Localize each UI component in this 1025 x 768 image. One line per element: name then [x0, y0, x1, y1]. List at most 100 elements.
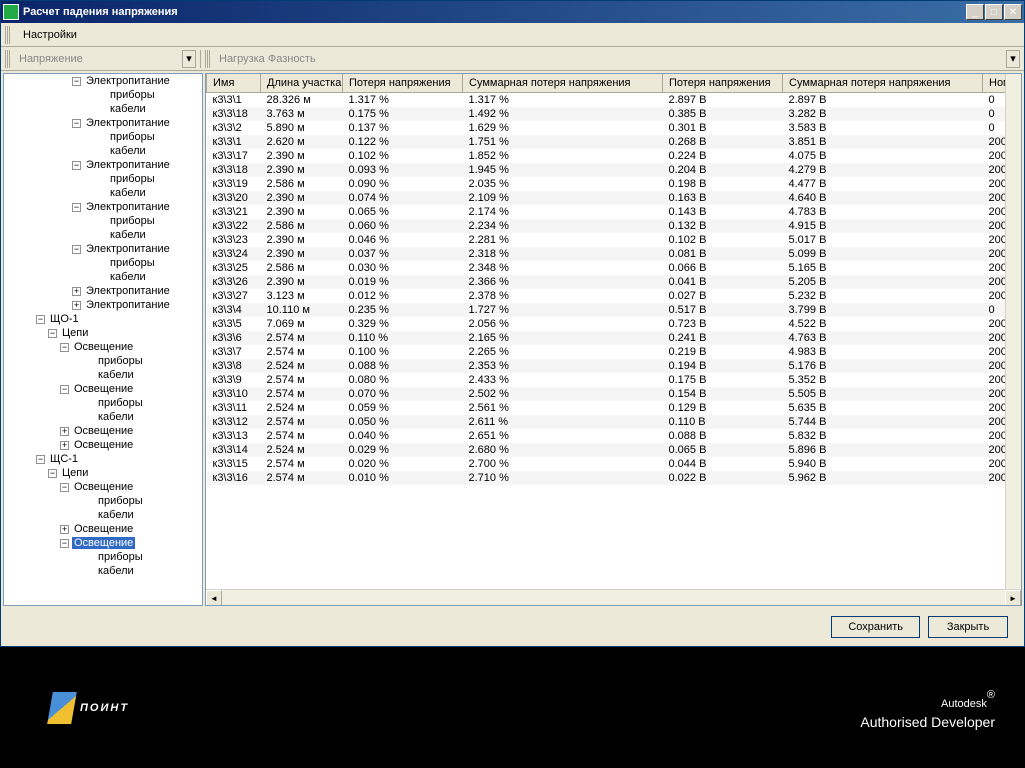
tree-panel[interactable]: −Электропитаниеприборыкабели−Электропита… [3, 73, 203, 606]
tree-item[interactable]: приборы [4, 130, 202, 144]
tree-label[interactable]: приборы [96, 355, 145, 367]
tree-item[interactable]: приборы [4, 172, 202, 186]
table-row[interactable]: к3\3\25.890 м0.137 %1.629 %0.301 В3.583 … [207, 121, 1006, 135]
tree-label[interactable]: кабели [96, 565, 136, 577]
expand-icon[interactable]: + [60, 441, 69, 450]
tree-label[interactable]: приборы [96, 397, 145, 409]
table-row[interactable]: к3\3\232.390 м0.046 %2.281 %0.102 В5.017… [207, 233, 1006, 247]
collapse-icon[interactable]: − [72, 203, 81, 212]
tree-label[interactable]: ЩС-1 [48, 453, 80, 465]
collapse-icon[interactable]: − [60, 539, 69, 548]
tree-item[interactable]: приборы [4, 550, 202, 564]
tree-item[interactable]: кабели [4, 228, 202, 242]
tree-label[interactable]: Освещение [72, 383, 135, 395]
tree-item[interactable]: −Электропитание [4, 200, 202, 214]
tree-label[interactable]: Освещение [72, 439, 135, 451]
tree-label[interactable]: Освещение [72, 341, 135, 353]
horizontal-scrollbar[interactable]: ◄ ► [206, 589, 1021, 605]
tree-item[interactable]: −Цепи [4, 326, 202, 340]
tree-item[interactable]: −Электропитание [4, 158, 202, 172]
table-row[interactable]: к3\3\202.390 м0.074 %2.109 %0.163 В4.640… [207, 191, 1006, 205]
tree-label[interactable]: Цепи [60, 467, 90, 479]
minimize-button[interactable]: _ [966, 4, 984, 20]
tree-label[interactable]: Освещение [72, 481, 135, 493]
tree-item[interactable]: +Освещение [4, 522, 202, 536]
tree-label[interactable]: Электропитание [84, 117, 172, 129]
close-window-button[interactable]: ✕ [1004, 4, 1022, 20]
tree-item[interactable]: кабели [4, 270, 202, 284]
tree-label[interactable]: кабели [108, 187, 148, 199]
table-row[interactable]: к3\3\128.326 м1.317 %1.317 %2.897 В2.897… [207, 93, 1006, 107]
vertical-scrollbar[interactable] [1005, 74, 1021, 589]
tree-label[interactable]: ЩО-1 [48, 313, 81, 325]
tree-label[interactable]: Электропитание [84, 299, 172, 311]
table-row[interactable]: к3\3\172.390 м0.102 %1.852 %0.224 В4.075… [207, 149, 1006, 163]
maximize-button[interactable]: □ [985, 4, 1003, 20]
tree-label[interactable]: приборы [108, 131, 157, 143]
collapse-icon[interactable]: − [72, 245, 81, 254]
tree-item[interactable]: приборы [4, 396, 202, 410]
tree-label[interactable]: приборы [108, 257, 157, 269]
close-button[interactable]: Закрыть [928, 616, 1008, 638]
collapse-icon[interactable]: − [72, 77, 81, 86]
menubar-grip[interactable] [5, 26, 11, 44]
tree-label[interactable]: кабели [108, 229, 148, 241]
table-row[interactable]: к3\3\212.390 м0.065 %2.174 %0.143 В4.783… [207, 205, 1006, 219]
collapse-icon[interactable]: − [48, 469, 57, 478]
tree-item[interactable]: кабели [4, 102, 202, 116]
table-row[interactable]: к3\3\62.574 м0.110 %2.165 %0.241 В4.763 … [207, 331, 1006, 345]
collapse-icon[interactable]: − [72, 161, 81, 170]
table-row[interactable]: к3\3\183.763 м0.175 %1.492 %0.385 В3.282… [207, 107, 1006, 121]
collapse-icon[interactable]: − [48, 329, 57, 338]
tree-item[interactable]: −ЩС-1 [4, 452, 202, 466]
column-header-sum_pct[interactable]: Суммарная потеря напряжения [463, 74, 663, 93]
data-table[interactable]: ИмяДлина участкаПотеря напряженияСуммарн… [206, 74, 1005, 485]
table-row[interactable]: к3\3\182.390 м0.093 %1.945 %0.204 В4.279… [207, 163, 1006, 177]
scroll-right-icon[interactable]: ► [1005, 590, 1021, 606]
scroll-track[interactable] [222, 590, 1005, 605]
tree-item[interactable]: −ЩО-1 [4, 312, 202, 326]
collapse-icon[interactable]: − [60, 385, 69, 394]
toolbar-grip-right[interactable] [205, 50, 211, 68]
tree-label[interactable]: Электропитание [84, 159, 172, 171]
tree-item[interactable]: −Электропитание [4, 242, 202, 256]
tree-item[interactable]: −Электропитание [4, 74, 202, 88]
column-header-loss_v[interactable]: Потеря напряжения [663, 74, 783, 93]
table-row[interactable]: к3\3\222.586 м0.060 %2.234 %0.132 В4.915… [207, 219, 1006, 233]
tree-item[interactable]: кабели [4, 508, 202, 522]
table-row[interactable]: к3\3\72.574 м0.100 %2.265 %0.219 В4.983 … [207, 345, 1006, 359]
tree-item[interactable]: −Освещение [4, 382, 202, 396]
load-dropdown-icon[interactable]: ▾ [1006, 50, 1020, 68]
table-row[interactable]: к3\3\102.574 м0.070 %2.502 %0.154 В5.505… [207, 387, 1006, 401]
voltage-dropdown-icon[interactable]: ▾ [182, 50, 196, 68]
expand-icon[interactable]: + [60, 427, 69, 436]
collapse-icon[interactable]: − [60, 343, 69, 352]
table-row[interactable]: к3\3\92.574 м0.080 %2.433 %0.175 В5.352 … [207, 373, 1006, 387]
collapse-icon[interactable]: − [72, 119, 81, 128]
tree-label[interactable]: Освещение [72, 537, 135, 549]
collapse-icon[interactable]: − [60, 483, 69, 492]
tree-item[interactable]: −Освещение [4, 536, 202, 550]
table-row[interactable]: к3\3\192.586 м0.090 %2.035 %0.198 В4.477… [207, 177, 1006, 191]
column-header-sum_v[interactable]: Суммарная потеря напряжения [783, 74, 983, 93]
titlebar[interactable]: Расчет падения напряжения _ □ ✕ [1, 1, 1024, 23]
expand-icon[interactable]: + [72, 287, 81, 296]
tree-label[interactable]: Электропитание [84, 201, 172, 213]
tree-item[interactable]: кабели [4, 186, 202, 200]
table-row[interactable]: к3\3\12.620 м0.122 %1.751 %0.268 В3.851 … [207, 135, 1006, 149]
tree-item[interactable]: приборы [4, 494, 202, 508]
tree-label[interactable]: приборы [96, 551, 145, 563]
tree-item[interactable]: приборы [4, 354, 202, 368]
save-button[interactable]: Сохранить [831, 616, 920, 638]
tree-item[interactable]: кабели [4, 564, 202, 578]
menu-settings[interactable]: Настройки [15, 26, 85, 44]
table-row[interactable]: к3\3\112.524 м0.059 %2.561 %0.129 В5.635… [207, 401, 1006, 415]
table-row[interactable]: к3\3\252.586 м0.030 %2.348 %0.066 В5.165… [207, 261, 1006, 275]
scroll-left-icon[interactable]: ◄ [206, 590, 222, 606]
column-header-length[interactable]: Длина участка [261, 74, 343, 93]
tree-label[interactable]: Электропитание [84, 285, 172, 297]
tree-item[interactable]: +Освещение [4, 424, 202, 438]
table-row[interactable]: к3\3\262.390 м0.019 %2.366 %0.041 В5.205… [207, 275, 1006, 289]
column-header-nominal[interactable]: Номинал [983, 74, 1006, 93]
tree-label[interactable]: приборы [108, 215, 157, 227]
